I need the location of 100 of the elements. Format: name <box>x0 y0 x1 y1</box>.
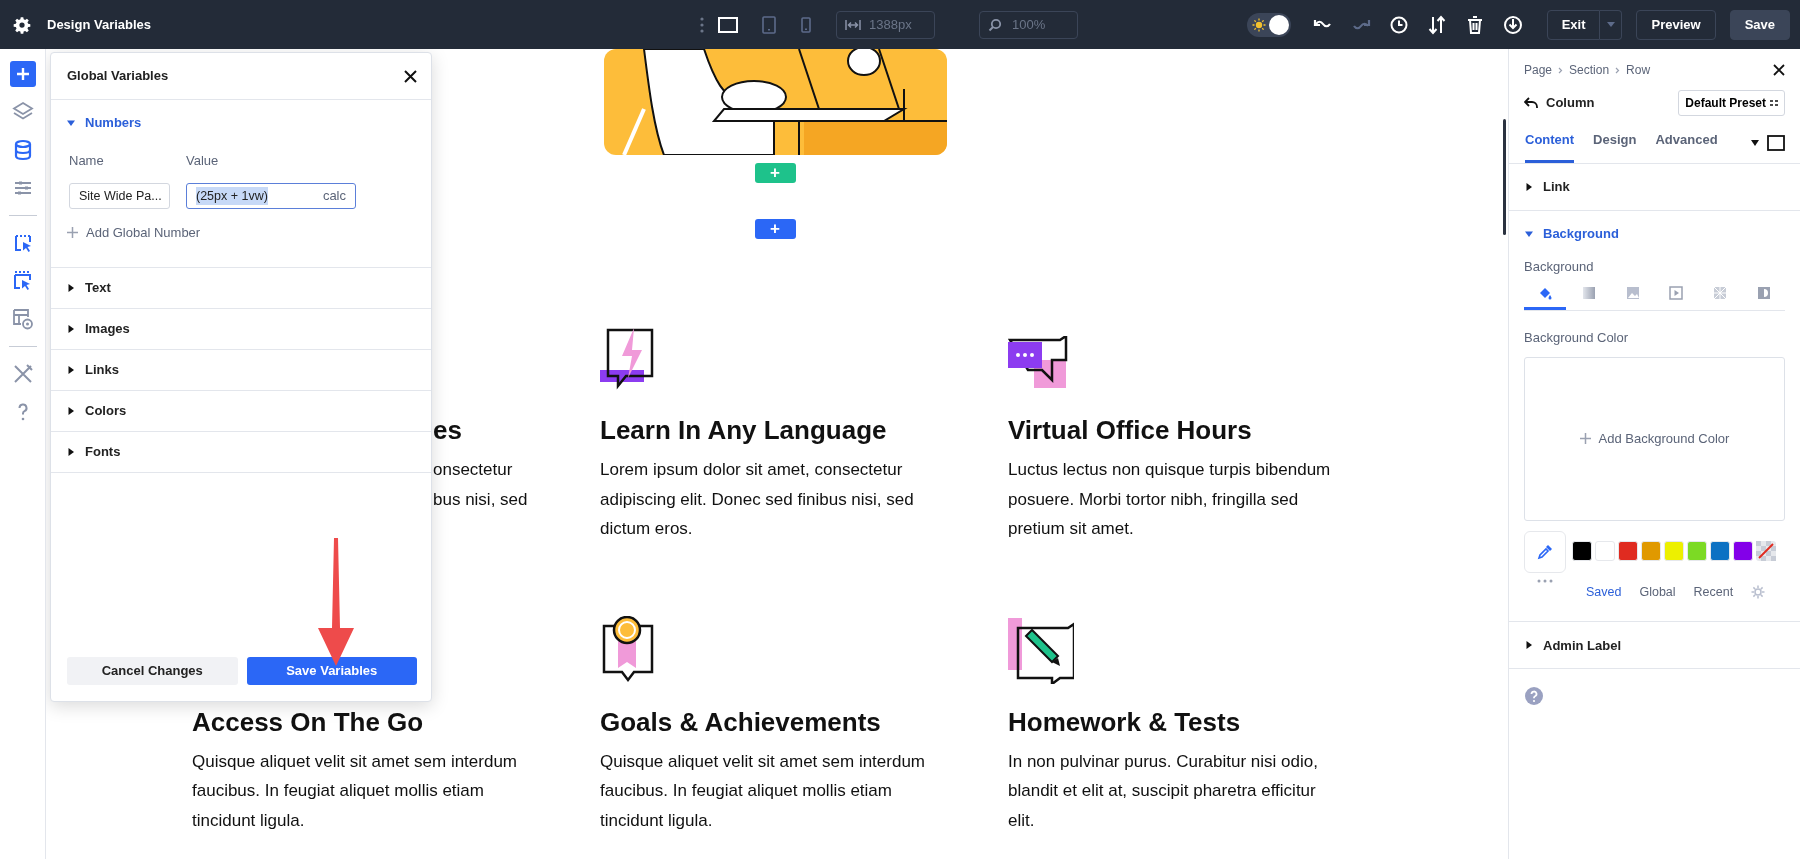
search-icon <box>988 17 1002 32</box>
feature-text: Luctus lectus non quisque turpis bibendum posuere. Morbi tortor nibh, fringilla sed pretium sit amet. <box>1008 459 1332 540</box>
more-icon[interactable] <box>1537 578 1553 583</box>
pattern-icon <box>1712 285 1729 301</box>
tablet-view-icon[interactable] <box>762 15 776 34</box>
palette-tab[interactable]: Recent <box>1693 582 1734 602</box>
section-toggle[interactable]: Links <box>67 359 119 380</box>
app-title: Design Variables <box>47 15 152 34</box>
caret-icon <box>1606 22 1615 27</box>
download-icon[interactable] <box>1502 14 1523 35</box>
feature-heading: Goals & Achievements <box>600 705 882 739</box>
caret-icon <box>67 406 75 415</box>
add-color-button[interactable]: Add Background Color <box>1579 428 1730 449</box>
caret-icon <box>1525 229 1533 238</box>
color-swatch[interactable] <box>1664 540 1684 561</box>
tab[interactable]: Advanced <box>1655 130 1718 163</box>
caret-icon[interactable] <box>1751 139 1759 146</box>
settings-icon[interactable] <box>13 15 31 34</box>
gradient-icon <box>1580 285 1597 301</box>
add-icon[interactable] <box>9 61 36 87</box>
section-toggle[interactable]: Text <box>67 277 111 298</box>
caret-icon <box>1525 182 1533 191</box>
feature-heading: Access On The Go <box>192 705 425 739</box>
close-icon[interactable] <box>404 69 417 83</box>
tab[interactable]: Design <box>1593 130 1637 163</box>
section-toggle[interactable]: Fonts <box>67 441 121 462</box>
clock-icon[interactable] <box>1388 14 1409 35</box>
add-button[interactable]: + <box>754 219 796 239</box>
color-swatch[interactable] <box>1595 540 1615 561</box>
preset-icon <box>1770 99 1778 107</box>
dropdown-button[interactable] <box>1600 9 1623 40</box>
feature-heading: es <box>433 414 463 447</box>
width-icon <box>845 18 861 31</box>
color-swatch[interactable] <box>1618 540 1638 561</box>
eyedropper-icon <box>1537 543 1553 560</box>
feature-text: Lorem ipsum dolor sit amet, consectetur adipiscing elit. Donec sed finibus nisi, sed dictum eros. <box>600 459 915 540</box>
width-field[interactable]: 1388px <box>836 10 935 39</box>
text-line: bus nisi, sed <box>433 488 529 511</box>
section-toggle[interactable]: Colors <box>67 400 127 421</box>
caret-icon <box>67 324 75 333</box>
palette-tab[interactable]: Saved <box>1586 582 1622 602</box>
eyedropper-button[interactable] <box>1524 530 1566 573</box>
phone-view-icon[interactable] <box>800 15 812 34</box>
color-swatch[interactable] <box>1641 540 1661 561</box>
section-toggle[interactable]: Background <box>1509 210 1635 257</box>
name-field[interactable]: Site Wide Pa... <box>69 183 170 209</box>
image-icon <box>1624 285 1641 301</box>
save-button[interactable]: Save <box>1729 9 1790 40</box>
section-toggle[interactable]: Images <box>67 318 130 339</box>
panel-title: Global Variables <box>67 67 169 86</box>
pencil-note-icon <box>1008 617 1074 684</box>
color-swatch[interactable] <box>1733 540 1753 561</box>
field-label: Background <box>1524 257 1595 276</box>
color-swatch[interactable] <box>1572 540 1592 561</box>
caret-icon <box>67 447 75 456</box>
exit-button[interactable]: Exit <box>1546 9 1601 40</box>
desktop-view-icon[interactable] <box>718 15 738 34</box>
field-label: Background Color <box>1524 329 1630 347</box>
add-number-link[interactable]: Add Global Number <box>67 223 201 243</box>
caret-icon <box>67 365 75 374</box>
text-line: onsectetur <box>433 459 514 481</box>
feature-text: Quisque aliquet velit sit amet sem interdum faucibus. In feugiat aliquet mollis etiam tincidunt ligula. <box>600 750 927 832</box>
breadcrumb-link[interactable]: Page <box>1524 61 1553 79</box>
feature-heading: Virtual Office Hours <box>1008 414 1253 447</box>
element-title: Column <box>1546 94 1595 113</box>
help-icon[interactable] <box>1525 687 1543 706</box>
section-toggle[interactable]: Admin Label <box>1509 622 1637 669</box>
cancel-button[interactable]: Cancel Changes <box>67 657 238 685</box>
more-icon[interactable] <box>700 16 704 33</box>
back-icon[interactable] <box>1524 97 1538 109</box>
sort-arrows-icon[interactable] <box>1426 14 1447 35</box>
award-icon <box>600 615 656 684</box>
tab[interactable]: Content <box>1525 130 1575 163</box>
square-icon[interactable] <box>1767 134 1785 151</box>
caret-icon <box>67 283 75 292</box>
chevron-icon <box>1615 66 1621 74</box>
unit-label: calc <box>322 187 346 206</box>
zoom-field[interactable]: 100% <box>979 10 1078 39</box>
section-toggle[interactable]: Link <box>1509 163 1586 210</box>
preset-button[interactable]: Default Preset <box>1678 90 1785 116</box>
value-field[interactable]: (25px + 1vw) calc <box>186 183 356 209</box>
plus-icon <box>1579 433 1591 444</box>
feature-heading: Learn In Any Language <box>600 414 888 447</box>
preview-button[interactable]: Preview <box>1636 9 1716 40</box>
theme-toggle[interactable] <box>1246 12 1291 37</box>
caret-icon <box>1525 641 1533 650</box>
color-swatch[interactable] <box>1687 540 1707 561</box>
paint-bucket-tab[interactable] <box>1524 285 1566 310</box>
color-swatch[interactable] <box>1710 540 1730 561</box>
transparent-swatch[interactable] <box>1756 540 1776 561</box>
section-toggle[interactable]: Numbers <box>67 113 142 133</box>
breadcrumb-link[interactable]: Section <box>1569 61 1610 79</box>
save-variables-button[interactable]: Save Variables <box>246 657 417 685</box>
close-icon[interactable] <box>1773 64 1785 76</box>
caret-icon <box>67 118 75 127</box>
palette-tab[interactable]: Global <box>1639 582 1676 602</box>
video-icon <box>1668 285 1685 301</box>
breadcrumb-link[interactable]: Row <box>1626 61 1651 79</box>
column-label: Name <box>69 151 105 170</box>
chevron-icon <box>1558 66 1564 74</box>
